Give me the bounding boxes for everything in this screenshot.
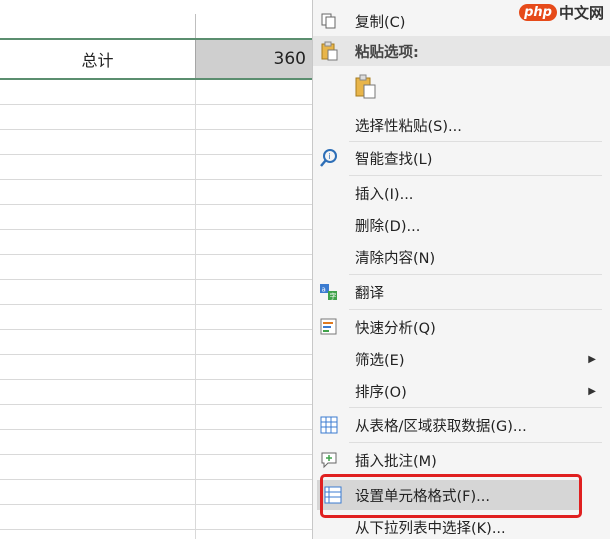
smart-lookup-icon: i bbox=[318, 147, 340, 169]
menu-item-label: 排序(O) bbox=[355, 384, 407, 401]
row-gridline bbox=[0, 279, 320, 280]
menu-item-label: 智能查找(L) bbox=[355, 151, 433, 168]
row-gridline bbox=[0, 354, 320, 355]
menu-item-filter[interactable]: 筛选(E) ▶ bbox=[313, 344, 610, 374]
row-gridline bbox=[0, 104, 320, 105]
total-row-bottom-border bbox=[0, 78, 320, 80]
row-gridline bbox=[0, 379, 320, 380]
menu-separator bbox=[349, 274, 602, 275]
menu-item-smart-lookup[interactable]: i 智能查找(L) bbox=[313, 143, 610, 173]
menu-item-label: 插入批注(M) bbox=[355, 453, 437, 470]
menu-item-label: 选择性粘贴(S)... bbox=[355, 118, 462, 135]
menu-item-label: 快速分析(Q) bbox=[355, 320, 436, 337]
menu-separator bbox=[349, 442, 602, 443]
total-value-cell[interactable]: 360 bbox=[196, 40, 320, 78]
menu-item-sort[interactable]: 排序(O) ▶ bbox=[313, 376, 610, 406]
menu-separator bbox=[349, 141, 602, 142]
row-gridline bbox=[0, 179, 320, 180]
row-gridline bbox=[0, 254, 320, 255]
menu-item-insert[interactable]: 插入(I)... bbox=[313, 178, 610, 208]
menu-item-quick-analysis[interactable]: 快速分析(Q) bbox=[313, 312, 610, 342]
row-gridline bbox=[0, 429, 320, 430]
menu-item-label: 清除内容(N) bbox=[355, 250, 436, 267]
menu-separator bbox=[349, 175, 602, 176]
menu-separator bbox=[349, 309, 602, 310]
row-gridline bbox=[0, 479, 320, 480]
menu-item-label: 插入(I)... bbox=[355, 186, 414, 203]
svg-text:a: a bbox=[322, 286, 326, 294]
menu-item-get-data-from-table[interactable]: 从表格/区域获取数据(G)... bbox=[313, 410, 610, 440]
row-gridline bbox=[0, 204, 320, 205]
menu-header-label: 粘贴选项: bbox=[355, 44, 419, 61]
row-gridline bbox=[0, 154, 320, 155]
copy-icon bbox=[318, 10, 340, 32]
watermark-logo: php bbox=[519, 4, 557, 21]
menu-item-clear-contents[interactable]: 清除内容(N) bbox=[313, 242, 610, 272]
menu-item-paste-special[interactable]: 选择性粘贴(S)... bbox=[313, 110, 610, 140]
row-gridline bbox=[0, 404, 320, 405]
paste-option-button[interactable] bbox=[353, 74, 379, 100]
watermark: php 中文网 bbox=[519, 2, 604, 23]
total-row[interactable]: 总计 360 bbox=[0, 38, 320, 80]
row-gridline bbox=[0, 529, 320, 530]
highlight-annotation-box bbox=[320, 474, 582, 518]
menu-separator bbox=[349, 407, 602, 408]
column-gridline bbox=[195, 14, 196, 38]
context-menu: 复制(C) 粘贴选项: 选择性粘贴(S)... i 智能查找(L) 插入(I).… bbox=[312, 0, 610, 539]
watermark-text: 中文网 bbox=[558, 4, 604, 22]
row-gridline bbox=[0, 504, 320, 505]
svg-text:字: 字 bbox=[330, 292, 337, 301]
menu-item-label: 筛选(E) bbox=[355, 352, 405, 369]
translate-icon: a字 bbox=[318, 281, 340, 303]
menu-item-label: 翻译 bbox=[355, 285, 384, 302]
menu-item-label: 从下拉列表中选择(K)... bbox=[355, 520, 506, 537]
submenu-arrow-icon: ▶ bbox=[588, 385, 596, 397]
menu-item-insert-comment[interactable]: 插入批注(M) bbox=[313, 445, 610, 475]
svg-text:i: i bbox=[329, 152, 331, 161]
submenu-arrow-icon: ▶ bbox=[588, 353, 596, 365]
row-gridline bbox=[0, 329, 320, 330]
menu-item-label: 从表格/区域获取数据(G)... bbox=[355, 418, 527, 435]
total-label-cell[interactable]: 总计 bbox=[0, 40, 195, 78]
comment-icon bbox=[318, 449, 340, 471]
menu-item-label: 删除(D)... bbox=[355, 218, 421, 235]
table-icon bbox=[318, 414, 340, 436]
menu-header-paste-options: 粘贴选项: bbox=[313, 36, 610, 66]
row-gridline bbox=[0, 304, 320, 305]
row-gridline bbox=[0, 229, 320, 230]
column-gridline bbox=[195, 0, 196, 539]
menu-item-translate[interactable]: a字 翻译 bbox=[313, 277, 610, 307]
sheet-top-row bbox=[0, 0, 320, 38]
row-gridline bbox=[0, 454, 320, 455]
menu-item-label: 复制(C) bbox=[355, 14, 406, 31]
menu-item-delete[interactable]: 删除(D)... bbox=[313, 210, 610, 240]
row-gridline bbox=[0, 129, 320, 130]
paste-icon bbox=[318, 40, 340, 62]
quick-analysis-icon bbox=[318, 316, 340, 338]
